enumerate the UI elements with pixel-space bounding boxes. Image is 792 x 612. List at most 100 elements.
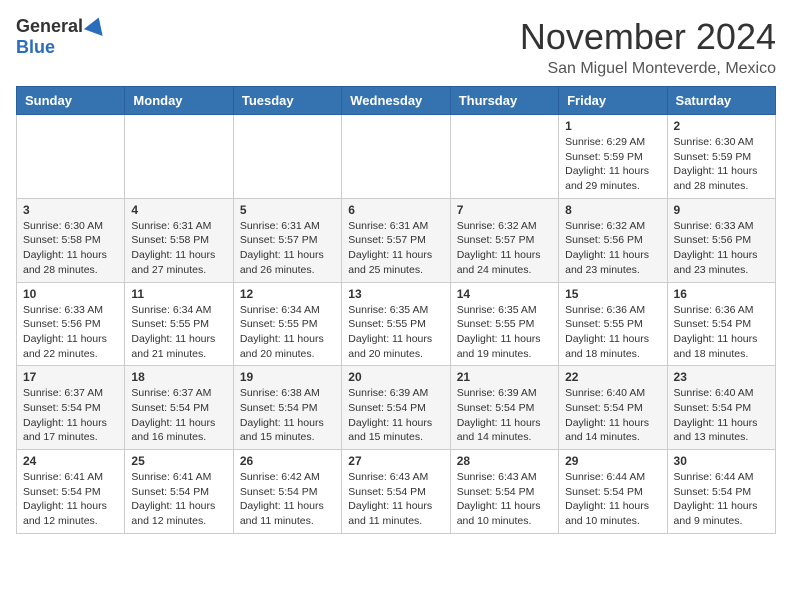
calendar-cell: 27 Sunrise: 6:43 AMSunset: 5:54 PMDayligh… (342, 450, 450, 534)
day-number: 24 (23, 454, 118, 468)
day-number: 26 (240, 454, 335, 468)
calendar-cell: 10 Sunrise: 6:33 AMSunset: 5:56 PMDayligh… (17, 282, 125, 366)
calendar-cell (125, 115, 233, 199)
calendar-table: SundayMondayTuesdayWednesdayThursdayFrid… (16, 86, 776, 534)
calendar-week-row: 24 Sunrise: 6:41 AMSunset: 5:54 PMDayligh… (17, 450, 776, 534)
calendar-cell: 19 Sunrise: 6:38 AMSunset: 5:54 PMDayligh… (233, 366, 341, 450)
day-info: Sunrise: 6:34 AMSunset: 5:55 PMDaylight:… (131, 303, 226, 362)
calendar-week-row: 1 Sunrise: 6:29 AMSunset: 5:59 PMDaylight… (17, 115, 776, 199)
logo-triangle-icon (84, 14, 108, 36)
day-info: Sunrise: 6:39 AMSunset: 5:54 PMDaylight:… (457, 386, 552, 445)
day-info: Sunrise: 6:34 AMSunset: 5:55 PMDaylight:… (240, 303, 335, 362)
day-info: Sunrise: 6:41 AMSunset: 5:54 PMDaylight:… (23, 470, 118, 529)
day-number: 17 (23, 370, 118, 384)
day-info: Sunrise: 6:30 AMSunset: 5:59 PMDaylight:… (674, 135, 769, 194)
day-number: 19 (240, 370, 335, 384)
day-info: Sunrise: 6:36 AMSunset: 5:55 PMDaylight:… (565, 303, 660, 362)
calendar-cell (233, 115, 341, 199)
day-info: Sunrise: 6:44 AMSunset: 5:54 PMDaylight:… (565, 470, 660, 529)
calendar-cell: 11 Sunrise: 6:34 AMSunset: 5:55 PMDayligh… (125, 282, 233, 366)
calendar-header-row: SundayMondayTuesdayWednesdayThursdayFrid… (17, 87, 776, 115)
day-info: Sunrise: 6:33 AMSunset: 5:56 PMDaylight:… (674, 219, 769, 278)
day-number: 14 (457, 287, 552, 301)
day-number: 30 (674, 454, 769, 468)
day-info: Sunrise: 6:32 AMSunset: 5:56 PMDaylight:… (565, 219, 660, 278)
calendar-cell: 9Sunrise: 6:33 AMSunset: 5:56 PMDaylight… (667, 198, 775, 282)
day-number: 10 (23, 287, 118, 301)
day-number: 20 (348, 370, 443, 384)
calendar-cell: 28Sunrise: 6:43 AMSunset: 5:54 PMDayligh… (450, 450, 558, 534)
calendar-weekday-tuesday: Tuesday (233, 87, 341, 115)
calendar-cell: 23Sunrise: 6:40 AMSunset: 5:54 PMDayligh… (667, 366, 775, 450)
calendar-cell: 5Sunrise: 6:31 AMSunset: 5:57 PMDaylight… (233, 198, 341, 282)
page-header: General Blue November 2024 San Miguel Mo… (16, 16, 776, 78)
day-number: 16 (674, 287, 769, 301)
day-number: 13 (348, 287, 443, 301)
day-number: 6 (348, 203, 443, 217)
day-number: 18 (131, 370, 226, 384)
calendar-cell: 20 Sunrise: 6:39 AMSunset: 5:54 PMDayligh… (342, 366, 450, 450)
day-number: 28 (457, 454, 552, 468)
day-info: Sunrise: 6:31 AMSunset: 5:57 PMDaylight:… (348, 219, 443, 278)
day-info: Sunrise: 6:36 AMSunset: 5:54 PMDaylight:… (674, 303, 769, 362)
calendar-cell (450, 115, 558, 199)
day-info: Sunrise: 6:40 AMSunset: 5:54 PMDaylight:… (565, 386, 660, 445)
day-number: 12 (240, 287, 335, 301)
day-info: Sunrise: 6:30 AMSunset: 5:58 PMDaylight:… (23, 219, 118, 278)
day-number: 8 (565, 203, 660, 217)
day-info: Sunrise: 6:44 AMSunset: 5:54 PMDaylight:… (674, 470, 769, 529)
day-number: 11 (131, 287, 226, 301)
logo-general-text: General (16, 16, 83, 37)
calendar-cell: 8 Sunrise: 6:32 AMSunset: 5:56 PMDaylight… (559, 198, 667, 282)
calendar-week-row: 3 Sunrise: 6:30 AMSunset: 5:58 PMDaylight… (17, 198, 776, 282)
calendar-weekday-friday: Friday (559, 87, 667, 115)
day-info: Sunrise: 6:37 AMSunset: 5:54 PMDaylight:… (23, 386, 118, 445)
day-info: Sunrise: 6:38 AMSunset: 5:54 PMDaylight:… (240, 386, 335, 445)
day-info: Sunrise: 6:29 AMSunset: 5:59 PMDaylight:… (565, 135, 660, 194)
logo: General Blue (16, 16, 106, 58)
calendar-cell: 1 Sunrise: 6:29 AMSunset: 5:59 PMDaylight… (559, 115, 667, 199)
day-info: Sunrise: 6:43 AMSunset: 5:54 PMDaylight:… (348, 470, 443, 529)
day-number: 2 (674, 119, 769, 133)
calendar-cell (342, 115, 450, 199)
day-number: 27 (348, 454, 443, 468)
calendar-cell: 2 Sunrise: 6:30 AMSunset: 5:59 PMDaylight… (667, 115, 775, 199)
calendar-cell: 3 Sunrise: 6:30 AMSunset: 5:58 PMDaylight… (17, 198, 125, 282)
day-number: 23 (674, 370, 769, 384)
day-number: 3 (23, 203, 118, 217)
calendar-cell: 15 Sunrise: 6:36 AMSunset: 5:55 PMDayligh… (559, 282, 667, 366)
calendar-cell: 22 Sunrise: 6:40 AMSunset: 5:54 PMDayligh… (559, 366, 667, 450)
day-number: 7 (457, 203, 552, 217)
calendar-cell: 21 Sunrise: 6:39 AMSunset: 5:54 PMDayligh… (450, 366, 558, 450)
title-section: November 2024 San Miguel Monteverde, Mex… (520, 16, 776, 78)
day-number: 21 (457, 370, 552, 384)
day-info: Sunrise: 6:33 AMSunset: 5:56 PMDaylight:… (23, 303, 118, 362)
calendar-cell: 14 Sunrise: 6:35 AMSunset: 5:55 PMDayligh… (450, 282, 558, 366)
day-info: Sunrise: 6:35 AMSunset: 5:55 PMDaylight:… (348, 303, 443, 362)
calendar-weekday-sunday: Sunday (17, 87, 125, 115)
day-number: 15 (565, 287, 660, 301)
calendar-cell: 4Sunrise: 6:31 AMSunset: 5:58 PMDaylight… (125, 198, 233, 282)
calendar-cell: 7 Sunrise: 6:32 AMSunset: 5:57 PMDaylight… (450, 198, 558, 282)
day-number: 29 (565, 454, 660, 468)
day-number: 22 (565, 370, 660, 384)
calendar-weekday-thursday: Thursday (450, 87, 558, 115)
calendar-cell: 12 Sunrise: 6:34 AMSunset: 5:55 PMDayligh… (233, 282, 341, 366)
day-info: Sunrise: 6:32 AMSunset: 5:57 PMDaylight:… (457, 219, 552, 278)
calendar-cell: 30 Sunrise: 6:44 AMSunset: 5:54 PMDayligh… (667, 450, 775, 534)
calendar-cell: 18 Sunrise: 6:37 AMSunset: 5:54 PMDayligh… (125, 366, 233, 450)
day-number: 1 (565, 119, 660, 133)
day-number: 4 (131, 203, 226, 217)
day-info: Sunrise: 6:39 AMSunset: 5:54 PMDaylight:… (348, 386, 443, 445)
day-info: Sunrise: 6:35 AMSunset: 5:55 PMDaylight:… (457, 303, 552, 362)
day-info: Sunrise: 6:41 AMSunset: 5:54 PMDaylight:… (131, 470, 226, 529)
day-info: Sunrise: 6:42 AMSunset: 5:54 PMDaylight:… (240, 470, 335, 529)
calendar-weekday-saturday: Saturday (667, 87, 775, 115)
calendar-weekday-wednesday: Wednesday (342, 87, 450, 115)
calendar-cell: 16 Sunrise: 6:36 AMSunset: 5:54 PMDayligh… (667, 282, 775, 366)
calendar-cell (17, 115, 125, 199)
day-number: 5 (240, 203, 335, 217)
calendar-week-row: 17 Sunrise: 6:37 AMSunset: 5:54 PMDayligh… (17, 366, 776, 450)
day-info: Sunrise: 6:37 AMSunset: 5:54 PMDaylight:… (131, 386, 226, 445)
calendar-cell: 6 Sunrise: 6:31 AMSunset: 5:57 PMDaylight… (342, 198, 450, 282)
